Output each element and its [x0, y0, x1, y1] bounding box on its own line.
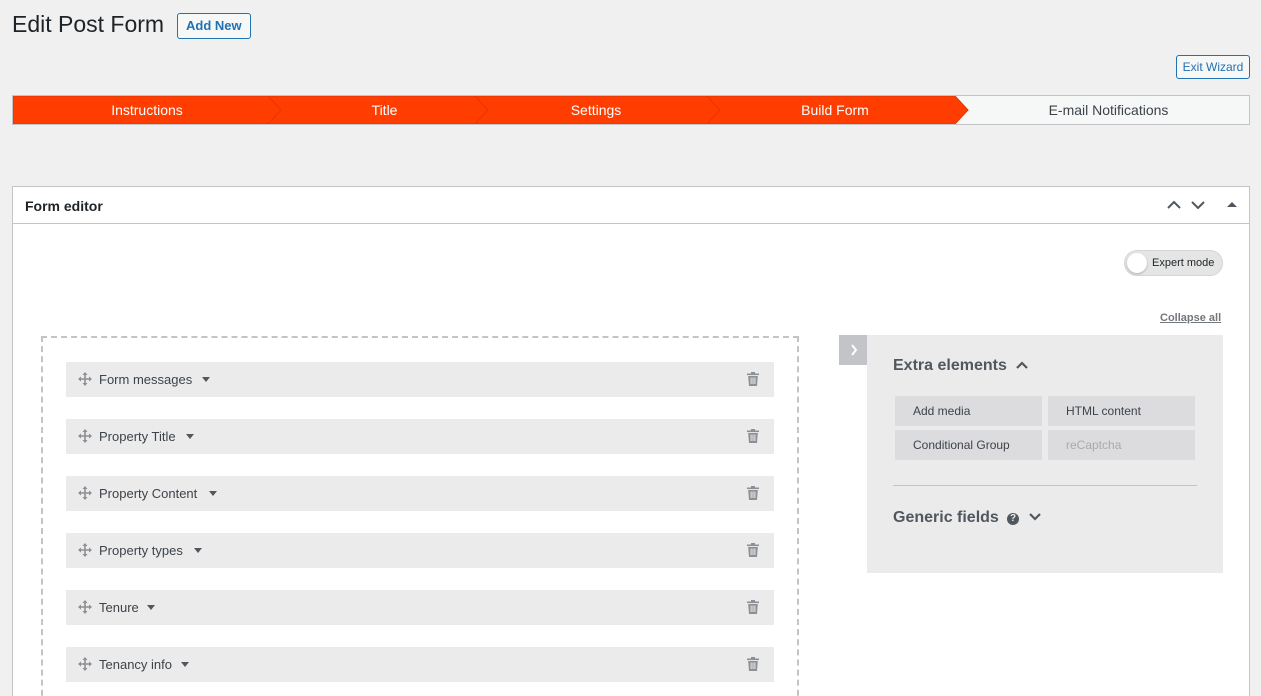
- field-row[interactable]: Property types: [66, 533, 774, 568]
- panel-divider: [893, 485, 1197, 486]
- add-media-button[interactable]: Add media: [895, 396, 1042, 426]
- form-editor-title: Form editor: [25, 198, 103, 214]
- elements-panel: Extra elements Add media HTML content Co…: [867, 335, 1223, 573]
- field-row[interactable]: Tenure: [66, 590, 774, 625]
- chevron-down-icon[interactable]: [1189, 196, 1207, 214]
- recaptcha-button: reCaptcha: [1048, 430, 1195, 460]
- caret-down-icon[interactable]: [186, 434, 194, 439]
- field-label: Tenancy info: [99, 657, 172, 672]
- field-label: Tenure: [99, 600, 139, 615]
- caret-down-icon[interactable]: [209, 491, 217, 496]
- extra-elements-title: Extra elements: [893, 357, 1007, 374]
- field-row[interactable]: Form messages: [66, 362, 774, 397]
- trash-icon[interactable]: [747, 600, 759, 614]
- field-label: Property Content: [99, 486, 198, 501]
- form-editor-box: Form editor Expert mode Collapse all For…: [12, 186, 1250, 696]
- trash-icon[interactable]: [747, 429, 759, 443]
- caret-down-icon[interactable]: [194, 548, 202, 553]
- wizard-step-email-notifications[interactable]: E-mail Notifications: [968, 96, 1249, 124]
- field-label: Form messages: [99, 372, 193, 387]
- chevron-up-icon[interactable]: [1165, 196, 1183, 214]
- add-new-button[interactable]: Add New: [177, 13, 251, 39]
- caret-down-icon[interactable]: [181, 662, 189, 667]
- trash-icon[interactable]: [747, 543, 759, 557]
- field-row[interactable]: Tenancy info: [66, 647, 774, 682]
- wizard-step-build-form[interactable]: Build Form: [720, 96, 950, 124]
- generic-fields-title: Generic fields: [893, 509, 999, 526]
- html-content-button[interactable]: HTML content: [1048, 396, 1195, 426]
- wizard-step-instructions[interactable]: Instructions: [13, 96, 281, 124]
- field-row[interactable]: Property Title: [66, 419, 774, 454]
- collapse-all-link[interactable]: Collapse all: [1160, 312, 1221, 324]
- trash-icon[interactable]: [747, 372, 759, 386]
- field-label: Property types: [99, 543, 183, 558]
- trash-icon[interactable]: [747, 486, 759, 500]
- wizard-step-settings[interactable]: Settings: [488, 96, 704, 124]
- triangle-up-icon[interactable]: [1223, 196, 1241, 214]
- caret-down-icon[interactable]: [147, 605, 155, 610]
- move-icon[interactable]: [78, 600, 92, 614]
- toggle-knob: [1127, 253, 1147, 273]
- expert-mode-toggle[interactable]: Expert mode: [1124, 250, 1223, 276]
- field-label: Property Title: [99, 429, 176, 444]
- page-title: Edit Post Form: [12, 11, 165, 37]
- help-icon[interactable]: ?: [1007, 513, 1019, 525]
- move-icon[interactable]: [78, 657, 92, 671]
- expert-mode-label: Expert mode: [1152, 257, 1215, 269]
- generic-fields-heading[interactable]: Generic fields: [893, 509, 999, 527]
- trash-icon[interactable]: [747, 657, 759, 671]
- move-icon[interactable]: [78, 543, 92, 557]
- chevron-up-icon[interactable]: [1015, 359, 1029, 371]
- caret-down-icon[interactable]: [202, 377, 210, 382]
- move-icon[interactable]: [78, 486, 92, 500]
- form-fields-dropzone[interactable]: Form messages Property Title Property Co…: [41, 336, 799, 696]
- field-row[interactable]: Property Content: [66, 476, 774, 511]
- conditional-group-button[interactable]: Conditional Group: [895, 430, 1042, 460]
- move-icon[interactable]: [78, 429, 92, 443]
- move-icon[interactable]: [78, 372, 92, 386]
- chevron-right-icon[interactable]: [839, 335, 869, 365]
- exit-wizard-button[interactable]: Exit Wizard: [1176, 55, 1250, 79]
- wizard-steps: Instructions Title Settings Build Form E…: [12, 95, 1250, 125]
- extra-elements-heading[interactable]: Extra elements: [893, 357, 1007, 375]
- wizard-step-title[interactable]: Title: [281, 96, 488, 124]
- chevron-down-icon[interactable]: [1028, 511, 1042, 523]
- form-editor-header: Form editor: [13, 187, 1249, 224]
